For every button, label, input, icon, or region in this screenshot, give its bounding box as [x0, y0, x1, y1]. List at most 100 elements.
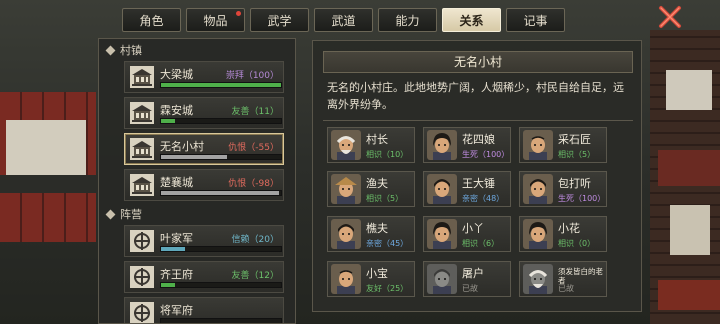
npc-portrait [523, 130, 553, 160]
npc-portrait [523, 219, 553, 249]
npc-relation-status: 已故 [558, 284, 574, 293]
tab-bar: 角色 物品 武学 武道 能力 关系 记事 [122, 8, 565, 32]
npc-portrait [427, 174, 457, 204]
npc-name: 村长 [366, 133, 388, 146]
npc-card[interactable]: 小宝友好（25） [327, 261, 415, 297]
relation-value: 崇拜（100） [225, 71, 279, 81]
tab-label: 角色 [139, 13, 164, 28]
town-icon [129, 65, 155, 89]
relation-bar [160, 118, 282, 124]
npc-portrait [331, 130, 361, 160]
relation-value: 友善（12） [231, 271, 279, 281]
npc-relation-status: 相识（10） [366, 150, 409, 159]
npc-card[interactable]: 花四娘 生死（100） [423, 127, 511, 163]
tab-5[interactable]: 关系 [442, 8, 501, 32]
relation-value: 仇恨（-98） [228, 179, 279, 189]
npc-portrait [427, 219, 457, 249]
section-towns-header[interactable]: 村镇 [99, 39, 295, 61]
tab-4[interactable]: 能力 [378, 8, 437, 32]
tab-label: 武道 [331, 13, 356, 28]
relation-value: 信赖（20） [231, 235, 279, 245]
npc-portrait [523, 174, 553, 204]
relation-entry[interactable]: 霖安城 友善（11） [124, 97, 284, 129]
relation-entry[interactable]: 楚襄城 仇恨（-98） [124, 169, 284, 201]
close-x-icon[interactable] [656, 3, 684, 31]
town-icon [129, 173, 155, 197]
npc-relation-status: 相识（6） [462, 239, 500, 248]
relation-bar-fill [161, 191, 279, 195]
npc-relation-status: 相识（5） [558, 150, 596, 159]
relation-bar [160, 190, 282, 196]
relation-value: 仇恨（-55） [228, 143, 279, 153]
entry-name: 霖安城 [160, 104, 193, 117]
npc-card[interactable]: 王大锤亲密（48） [423, 171, 511, 207]
npc-name: 渔夫 [366, 177, 388, 190]
npc-relation-status: 友好（25） [366, 284, 409, 293]
npc-portrait [331, 264, 361, 294]
entry-name: 大梁城 [160, 68, 193, 81]
npc-name: 采石匠 [558, 133, 591, 146]
relation-bar [160, 154, 282, 160]
npc-portrait [427, 264, 457, 294]
entry-name: 将军府 [160, 304, 193, 317]
npc-card[interactable]: 小花 相识（0） [519, 216, 607, 252]
village-detail-panel: 无名小村 无名的小村庄。此地地势广阔，人烟稀少，村民自给自足，远离外界纷争。 村… [312, 40, 642, 312]
entry-name: 齐王府 [160, 268, 193, 281]
npc-card[interactable]: 樵夫 亲密（45） [327, 216, 415, 252]
relation-value: 友善（11） [231, 107, 279, 117]
town-icon [129, 101, 155, 125]
relation-bar-fill [161, 155, 227, 159]
npc-relation-status: 亲密（45） [366, 239, 409, 248]
relation-bar-fill [161, 119, 176, 123]
npc-relation-status: 亲密（48） [462, 194, 505, 203]
npc-portrait [427, 130, 457, 160]
relations-list-panel: 村镇 大梁城 崇拜（100） 霖安城 友善（11） 无名小村 仇恨（-55） 楚襄城 仇恨（-… [98, 38, 296, 324]
npc-relation-status: 生死（100） [558, 194, 606, 203]
npc-name: 小宝 [366, 267, 388, 280]
npc-card[interactable]: 小丫相识（6） [423, 216, 511, 252]
npc-relation-status: 已故 [462, 284, 478, 293]
faction-icon [129, 229, 155, 253]
relation-entry[interactable]: 叶家军 信赖（20） [124, 225, 284, 257]
tab-label: 关系 [459, 13, 484, 28]
npc-portrait [331, 174, 361, 204]
relation-bar-fill [161, 247, 185, 251]
npc-name: 包打听 [558, 177, 591, 190]
tab-1[interactable]: 物品 [186, 8, 245, 32]
tab-label: 记事 [523, 13, 548, 28]
npc-card[interactable]: 渔夫 相识（5） [327, 171, 415, 207]
npc-name: 屠户 [462, 267, 484, 280]
npc-card[interactable]: 包打听生死（100） [519, 171, 607, 207]
tab-label: 物品 [203, 13, 228, 28]
tab-2[interactable]: 武学 [250, 8, 309, 32]
village-title: 无名小村 [323, 51, 633, 73]
entry-name: 楚襄城 [160, 176, 193, 189]
tab-0[interactable]: 角色 [122, 8, 181, 32]
tab-6[interactable]: 记事 [506, 8, 565, 32]
relation-entry[interactable]: 大梁城 崇拜（100） [124, 61, 284, 93]
npc-name: 小丫 [462, 222, 484, 235]
npc-card[interactable]: 采石匠相识（5） [519, 127, 607, 163]
entry-name: 叶家军 [160, 232, 193, 245]
collapse-diamond-icon [105, 45, 116, 55]
npc-name: 王大锤 [462, 177, 495, 190]
town-icon [129, 137, 155, 161]
relation-entry[interactable]: 齐王府 友善（12） [124, 261, 284, 293]
section-title: 村镇 [120, 44, 142, 57]
npc-card[interactable]: 村长相识（10） [327, 127, 415, 163]
faction-icon [129, 301, 155, 323]
section-factions-header[interactable]: 阵营 [99, 203, 295, 225]
npc-card[interactable]: 须发皆白的老者 已故 [519, 261, 607, 297]
divider [323, 120, 633, 121]
collapse-diamond-icon [105, 209, 116, 219]
tab-3[interactable]: 武道 [314, 8, 373, 32]
relation-bar [160, 318, 282, 323]
relation-bar-fill [161, 83, 281, 87]
npc-card[interactable]: 屠户 已故 [423, 261, 511, 297]
section-title: 阵营 [120, 208, 142, 221]
tab-label: 武学 [267, 13, 292, 28]
relation-bar-fill [161, 283, 176, 287]
npc-name: 小花 [558, 222, 580, 235]
relation-entry[interactable]: 将军府 [124, 297, 284, 323]
relation-entry[interactable]: 无名小村 仇恨（-55） [124, 133, 284, 165]
